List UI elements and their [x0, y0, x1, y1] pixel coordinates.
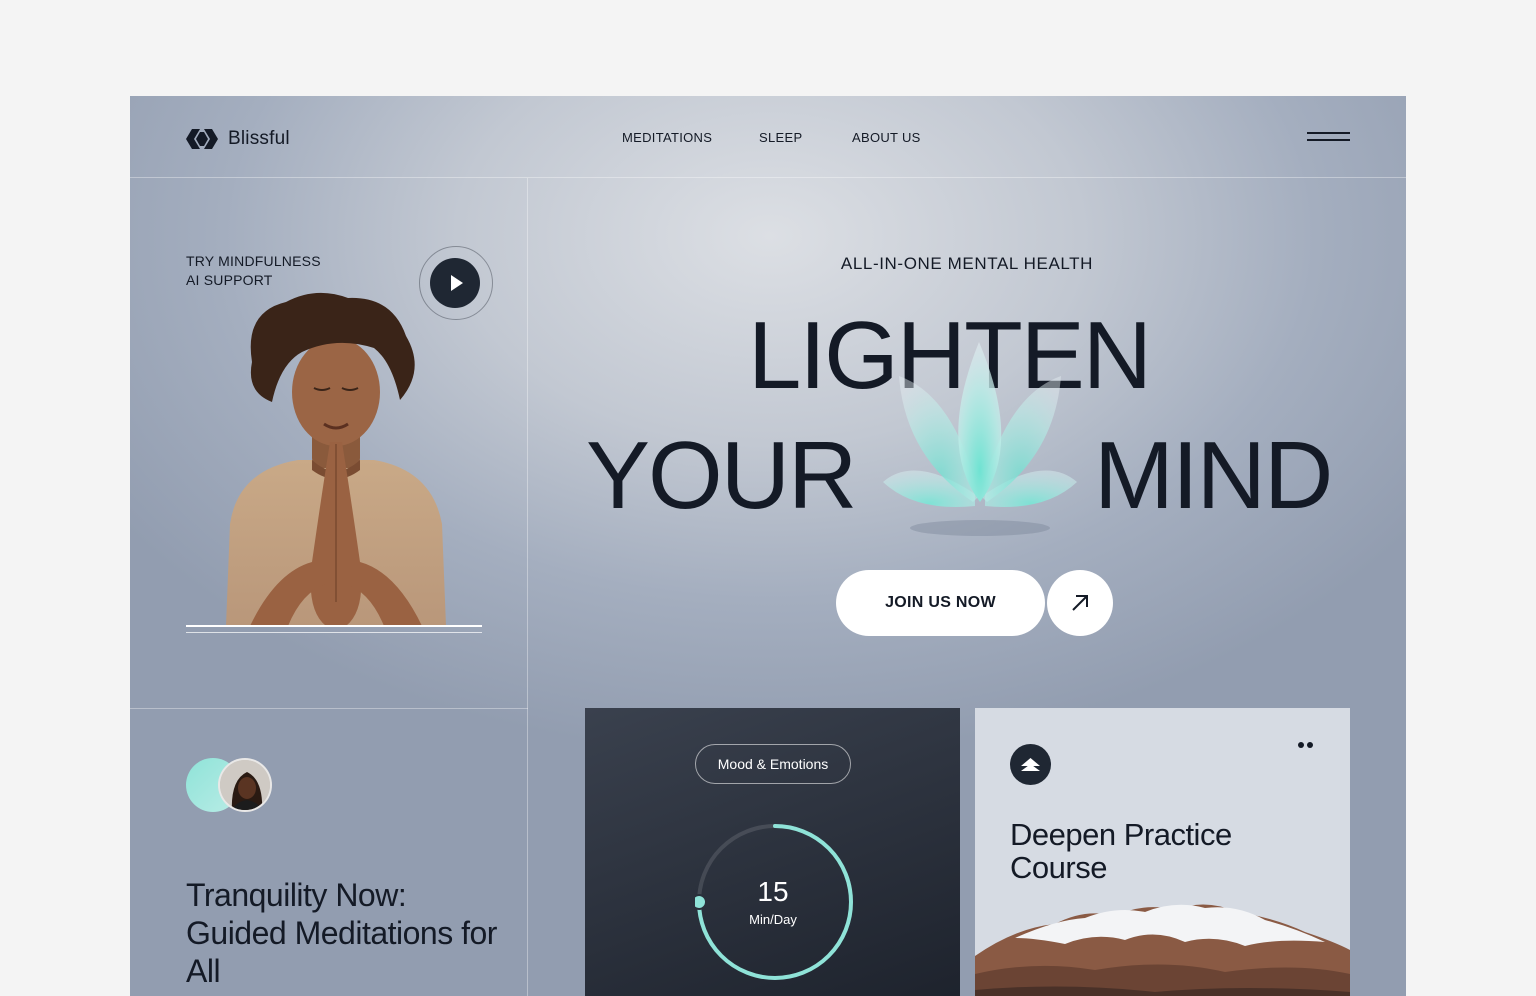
nav-sleep[interactable]: SLEEP — [759, 130, 802, 145]
try-mindfulness-label: TRY MINDFULNESS AI SUPPORT — [186, 252, 321, 290]
main-nav: MEDITATIONS SLEEP ABOUT US — [130, 130, 1406, 150]
hero-kicker: ALL-IN-ONE MENTAL HEALTH — [840, 254, 1094, 273]
hamburger-menu-icon[interactable] — [1307, 132, 1350, 144]
join-us-button[interactable]: JOIN US NOW — [836, 570, 1045, 636]
course-title: Deepen Practice Course — [1010, 817, 1232, 885]
lotus-icon — [883, 342, 1077, 536]
minutes-unit: Min/Day — [749, 912, 797, 927]
mood-card[interactable]: Mood & Emotions 15 Min/Day — [585, 708, 960, 996]
nav-about-us[interactable]: ABOUT US — [852, 130, 921, 145]
site-header: Blissful MEDITATIONS SLEEP ABOUT US — [130, 96, 1406, 178]
grid-divider — [527, 178, 528, 996]
hero-headline-your: YOUR — [586, 422, 857, 529]
hero-headline-mind: MIND — [1094, 422, 1333, 529]
course-icon — [1010, 744, 1051, 785]
grid-divider — [130, 708, 528, 709]
mood-tag[interactable]: Mood & Emotions — [695, 744, 851, 784]
progress-track — [186, 632, 482, 633]
nav-meditations[interactable]: MEDITATIONS — [622, 130, 712, 145]
meditating-woman-image — [226, 292, 446, 626]
guided-meditations-title: Tranquility Now: Guided Meditations for … — [186, 877, 497, 989]
mountain-image — [975, 898, 1350, 996]
course-card[interactable]: Deepen Practice Course — [975, 708, 1350, 996]
page-frame: Blissful MEDITATIONS SLEEP ABOUT US TRY … — [130, 96, 1406, 996]
try-line-1: TRY MINDFULNESS — [186, 253, 321, 269]
more-options-icon[interactable] — [1298, 742, 1318, 750]
try-line-2: AI SUPPORT — [186, 272, 273, 288]
arrow-up-right-icon[interactable] — [1047, 570, 1113, 636]
progress-bar — [186, 625, 482, 627]
minutes-value: 15 — [757, 876, 789, 907]
avatar-group[interactable] — [186, 758, 276, 812]
avatar — [218, 758, 272, 812]
